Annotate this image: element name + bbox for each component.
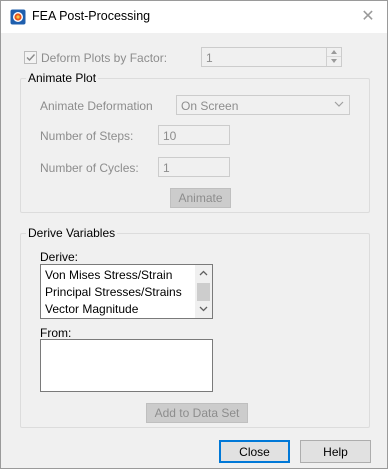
list-item[interactable]: Principal Stresses/Strains (45, 285, 182, 299)
list-item[interactable]: Vector Magnitude (45, 302, 138, 316)
spin-up-button[interactable] (327, 48, 341, 57)
scroll-down-icon[interactable] (199, 306, 208, 312)
arrow-up-icon (331, 50, 337, 54)
animate-deformation-label: Animate Deformation (40, 99, 153, 113)
steps-input[interactable]: 10 (158, 125, 230, 145)
add-to-data-set-button[interactable]: Add to Data Set (146, 403, 248, 423)
app-logo-icon (10, 9, 26, 25)
spin-down-button[interactable] (327, 57, 341, 66)
derive-listbox[interactable]: Von Mises Stress/Strain Principal Stress… (40, 264, 213, 319)
spin-buttons (326, 48, 341, 66)
scrollbar-thumb[interactable] (197, 283, 210, 301)
deform-plots-label: Deform Plots by Factor: (41, 51, 168, 65)
checkmark-icon (26, 54, 36, 62)
steps-label: Number of Steps: (40, 129, 134, 143)
steps-value: 10 (163, 129, 177, 143)
animate-button[interactable]: Animate (170, 188, 231, 208)
dialog-window: FEA Post-Processing ✕ Deform Plots by Fa… (0, 0, 388, 469)
from-textarea[interactable] (40, 339, 213, 392)
deform-factor-spinbox[interactable]: 1 (201, 47, 342, 67)
close-button[interactable]: Close (219, 440, 290, 463)
derive-variables-group-title: Derive Variables (26, 226, 118, 240)
title-bar[interactable]: FEA Post-Processing ✕ (1, 1, 387, 33)
animate-deformation-select[interactable]: On Screen (176, 95, 350, 115)
cycles-input[interactable]: 1 (158, 157, 230, 177)
window-title: FEA Post-Processing (32, 9, 151, 23)
from-label: From: (40, 326, 72, 340)
cycles-value: 1 (163, 161, 170, 175)
list-item[interactable]: Von Mises Stress/Strain (45, 268, 172, 282)
derive-label: Derive: (40, 250, 79, 264)
animate-plot-group-title: Animate Plot (26, 71, 99, 85)
deform-plots-checkbox[interactable] (24, 51, 37, 64)
deform-factor-value: 1 (206, 51, 213, 65)
window-close-icon[interactable]: ✕ (357, 5, 379, 27)
chevron-down-icon (334, 101, 344, 107)
help-button[interactable]: Help (300, 440, 371, 463)
arrow-down-icon (331, 59, 337, 63)
listbox-scrollbar[interactable] (195, 265, 212, 318)
animate-deformation-value: On Screen (181, 99, 239, 113)
scroll-up-icon[interactable] (199, 270, 208, 276)
cycles-label: Number of Cycles: (40, 161, 139, 175)
